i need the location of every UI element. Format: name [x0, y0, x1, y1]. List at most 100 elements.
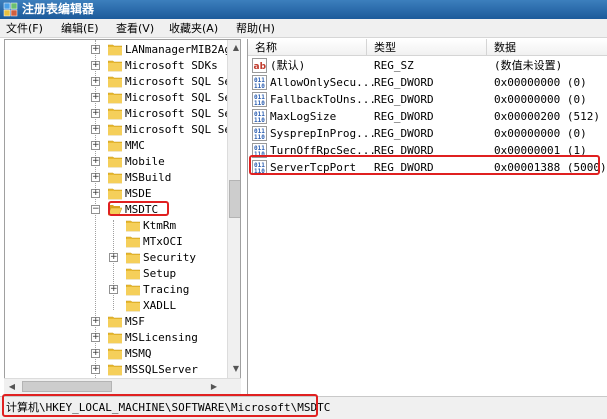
list-row[interactable]: 011 110 SysprepInProg... REG_DWORD 0x0000000… [248, 125, 607, 142]
scroll-down-arrow-icon[interactable]: ▼ [228, 361, 240, 377]
tree-item-label: LANmanagerMIB2Agent [125, 43, 241, 56]
cell-data: (数值未设置) [494, 59, 563, 72]
tree-item[interactable]: + MSSQLServer [5, 362, 225, 378]
tree-item[interactable]: + MSBuild [5, 170, 225, 186]
list-row[interactable]: 011 110 FallbackToUns... REG_DWORD 0x0000000… [248, 91, 607, 108]
expand-icon[interactable]: + [91, 349, 100, 358]
svg-text:110: 110 [254, 117, 265, 124]
tree-item[interactable]: + Mobile [5, 154, 225, 170]
binary-value-icon: 011 110 [252, 126, 267, 141]
tree-item[interactable]: + MSF [5, 314, 225, 330]
values-list[interactable]: 名称 类型 数据 ab (默认) REG_SZ (数值未设置) 011 110 AllowO… [247, 39, 607, 394]
tree-item-label: Microsoft SDKs [125, 59, 218, 72]
binary-value-icon: 011 110 [252, 160, 267, 175]
window-title: 注册表编辑器 [22, 2, 95, 16]
column-divider[interactable] [486, 39, 487, 56]
list-row[interactable]: ab (默认) REG_SZ (数值未设置) [248, 57, 607, 74]
cell-name: ServerTcpPort [270, 161, 357, 174]
scroll-right-arrow-icon[interactable]: ▶ [206, 379, 222, 395]
tree-item[interactable]: + Tracing [5, 282, 225, 298]
expand-icon[interactable]: + [91, 141, 100, 150]
tree-item-label: MSBuild [125, 171, 172, 184]
tree-item[interactable]: + Microsoft SQL Server [5, 74, 240, 90]
list-row[interactable]: 011 110 MaxLogSize REG_DWORD 0x00000200 (512… [248, 108, 607, 125]
menu-file[interactable]: 文件(F) [6, 21, 43, 36]
hscroll-thumb[interactable] [22, 381, 112, 392]
tree-vertical-scrollbar[interactable]: ▲ ▼ [227, 40, 240, 378]
tree-item[interactable]: + MSMQ [5, 346, 225, 362]
expand-icon[interactable]: + [91, 173, 100, 182]
tree-item[interactable]: + Microsoft SDKs [5, 58, 225, 74]
cell-name: SysprepInProg... [270, 127, 376, 140]
svg-text:110: 110 [254, 168, 265, 175]
expand-icon[interactable]: + [109, 285, 118, 294]
expand-icon[interactable]: + [91, 157, 100, 166]
expand-icon[interactable]: + [91, 93, 100, 102]
tree-item[interactable]: − MSDTC [5, 202, 225, 218]
svg-text:110: 110 [254, 100, 265, 107]
cell-name: AllowOnlySecu... [270, 76, 376, 89]
tree-item[interactable]: + LANmanagerMIB2Agent [5, 42, 240, 58]
cell-data: 0x00000200 (512) [494, 110, 600, 123]
tree-item-label: Microsoft SQL Server [125, 123, 240, 136]
folder-icon [107, 155, 123, 168]
scroll-left-arrow-icon[interactable]: ◀ [4, 379, 20, 395]
cell-data: 0x00001388 (5000) [494, 161, 607, 174]
folder-icon [125, 235, 141, 248]
expand-icon[interactable]: + [91, 109, 100, 118]
tree-item[interactable]: Setup [5, 266, 225, 282]
expand-icon[interactable]: + [91, 189, 100, 198]
scroll-up-arrow-icon[interactable]: ▲ [228, 40, 240, 56]
list-row[interactable]: 011 110 AllowOnlySecu... REG_DWORD 0x0000000… [248, 74, 607, 91]
tree-item-label: MSSQLServer [125, 363, 198, 376]
tree-item[interactable]: + Microsoft SQL Server [5, 122, 240, 138]
expand-icon[interactable]: + [91, 45, 100, 54]
list-row[interactable]: 011 110 ServerTcpPort REG_DWORD 0x00001388 (… [248, 159, 607, 176]
binary-value-icon: 011 110 [252, 75, 267, 90]
registry-tree[interactable]: + LANmanagerMIB2Agent + Microsoft SDKs + Micr… [4, 39, 241, 379]
expand-icon[interactable]: + [109, 253, 118, 262]
expand-icon[interactable]: + [91, 61, 100, 70]
tree-item-label: Microsoft SQL Server [125, 91, 240, 104]
column-header-data[interactable]: 数据 [494, 40, 516, 55]
menu-favorites[interactable]: 收藏夹(A) [169, 21, 218, 36]
expand-icon[interactable]: + [91, 125, 100, 134]
expand-icon[interactable]: + [91, 365, 100, 374]
expand-icon[interactable]: + [91, 317, 100, 326]
binary-value-icon: 011 110 [252, 109, 267, 124]
menu-help[interactable]: 帮助(H) [236, 21, 275, 36]
tree-item[interactable]: MTxOCI [5, 234, 225, 250]
column-header-type[interactable]: 类型 [374, 40, 396, 55]
tree-item-label: XADLL [143, 299, 177, 312]
collapse-icon[interactable]: − [91, 205, 100, 214]
folder-icon [107, 187, 123, 200]
tree-item-label: MSDTC [125, 203, 159, 216]
list-row[interactable]: 011 110 TurnOffRpcSec... REG_DWORD 0x0000000… [248, 142, 607, 159]
tree-item[interactable]: + MSLicensing [5, 330, 225, 346]
tree-item[interactable]: + MSDE [5, 186, 225, 202]
cell-name: FallbackToUns... [270, 93, 376, 106]
column-divider[interactable] [366, 39, 367, 56]
tree-item[interactable]: + Microsoft SQL Server [5, 90, 240, 106]
registry-editor-icon [3, 2, 18, 17]
tree-item[interactable]: + Security [5, 250, 225, 266]
expand-icon[interactable]: + [91, 77, 100, 86]
menu-edit[interactable]: 编辑(E) [61, 21, 99, 36]
cell-type: REG_DWORD [374, 127, 434, 140]
menu-view[interactable]: 查看(V) [116, 21, 154, 36]
tree-item[interactable]: XADLL [5, 298, 225, 314]
tree-item[interactable]: + MMC [5, 138, 225, 154]
column-header-name[interactable]: 名称 [255, 40, 277, 55]
folder-icon [107, 59, 123, 72]
folder-icon [107, 347, 123, 360]
tree-horizontal-scrollbar[interactable]: ◀ ▶ [4, 378, 241, 394]
tree-item[interactable]: + Microsoft SQL Server [5, 106, 240, 122]
tree-item-label: Microsoft SQL Server [125, 107, 240, 120]
tree-item-label: MMC [125, 139, 145, 152]
cell-type: REG_DWORD [374, 76, 434, 89]
expand-icon[interactable]: + [91, 333, 100, 342]
tree-item[interactable]: KtmRm [5, 218, 225, 234]
scroll-thumb[interactable] [229, 180, 240, 218]
cell-type: REG_DWORD [374, 161, 434, 174]
tree-item-label: MSLicensing [125, 331, 198, 344]
